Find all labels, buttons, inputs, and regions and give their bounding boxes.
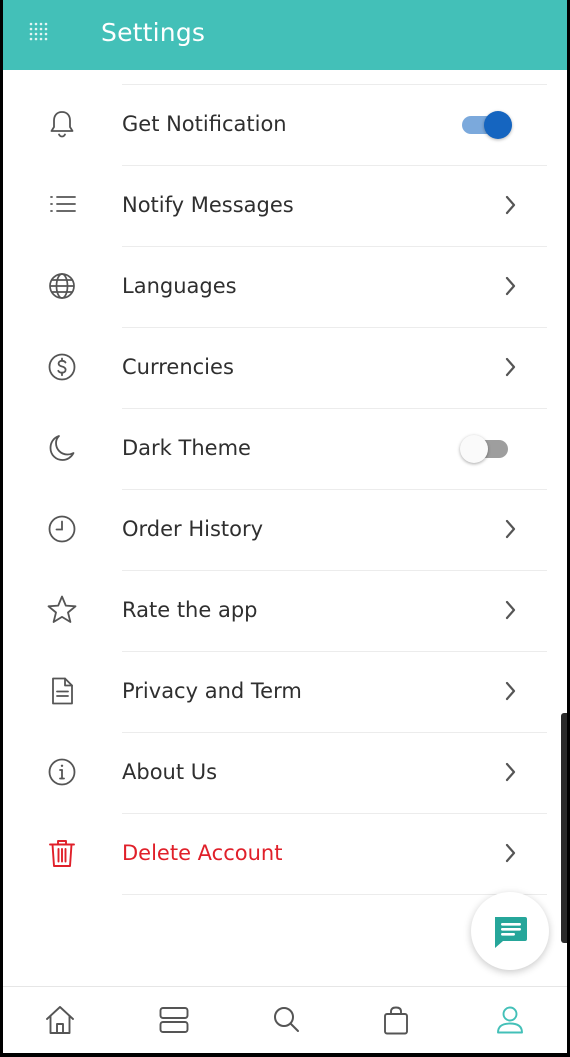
info-icon <box>45 755 79 789</box>
grid-dots-icon[interactable] <box>29 22 51 44</box>
setting-order-history[interactable]: Order History <box>3 490 567 571</box>
chevron-right-icon <box>499 595 521 625</box>
app-header: Settings <box>3 0 567 70</box>
nav-categories[interactable] <box>157 1003 191 1037</box>
setting-label: Order History <box>122 517 264 541</box>
setting-label: Delete Account <box>122 841 283 865</box>
page-title: Settings <box>101 18 206 47</box>
chevron-right-icon <box>499 676 521 706</box>
setting-label: About Us <box>122 760 218 784</box>
toggle-knob <box>484 111 512 139</box>
setting-label: Languages <box>122 274 237 298</box>
globe-icon <box>45 269 79 303</box>
setting-notify-messages[interactable]: Notify Messages <box>3 166 567 247</box>
dollar-icon <box>45 350 79 384</box>
bag-icon <box>384 1006 408 1035</box>
setting-currencies[interactable]: Currencies <box>3 328 567 409</box>
chevron-right-icon <box>499 190 521 220</box>
setting-label: Notify Messages <box>122 193 294 217</box>
chevron-right-icon <box>499 352 521 382</box>
setting-get-notification[interactable]: Get Notification <box>3 85 567 166</box>
clock-icon <box>45 512 79 546</box>
settings-screen: Settings Get Notification Notify Message… <box>3 0 567 1053</box>
nav-bag[interactable] <box>379 1003 413 1037</box>
chevron-right-icon <box>499 838 521 868</box>
nav-profile[interactable] <box>493 1003 527 1037</box>
bottom-navigation <box>3 986 567 1053</box>
setting-label: Dark Theme <box>122 436 251 460</box>
categories-icon <box>159 1007 189 1033</box>
toggle-knob <box>460 435 488 463</box>
chevron-right-icon <box>499 271 521 301</box>
setting-rate-app[interactable]: Rate the app <box>3 571 567 652</box>
bell-icon <box>45 107 79 141</box>
nav-search[interactable] <box>270 1003 304 1037</box>
scroll-indicator[interactable] <box>561 713 567 943</box>
chat-button[interactable] <box>471 892 549 970</box>
chevron-right-icon <box>499 757 521 787</box>
setting-label: Rate the app <box>122 598 258 622</box>
setting-label: Privacy and Term <box>122 679 302 703</box>
setting-label: Currencies <box>122 355 234 379</box>
trash-icon <box>45 836 79 870</box>
star-icon <box>45 593 79 627</box>
moon-icon <box>45 431 79 465</box>
setting-delete-account[interactable]: Delete Account <box>3 814 567 895</box>
search-icon <box>274 1007 299 1032</box>
home-icon <box>46 1006 74 1034</box>
setting-label: Get Notification <box>122 112 287 136</box>
profile-icon <box>497 1006 523 1034</box>
document-icon <box>45 674 79 708</box>
list-icon <box>45 188 79 222</box>
setting-dark-theme[interactable]: Dark Theme <box>3 409 567 490</box>
setting-about-us[interactable]: About Us <box>3 733 567 814</box>
setting-privacy-term[interactable]: Privacy and Term <box>3 652 567 733</box>
notification-toggle[interactable] <box>460 110 512 140</box>
chat-icon <box>495 917 527 948</box>
nav-home[interactable] <box>43 1003 77 1037</box>
setting-languages[interactable]: Languages <box>3 247 567 328</box>
chevron-right-icon <box>499 514 521 544</box>
list-divider <box>122 894 547 895</box>
dark-theme-toggle[interactable] <box>460 434 512 464</box>
